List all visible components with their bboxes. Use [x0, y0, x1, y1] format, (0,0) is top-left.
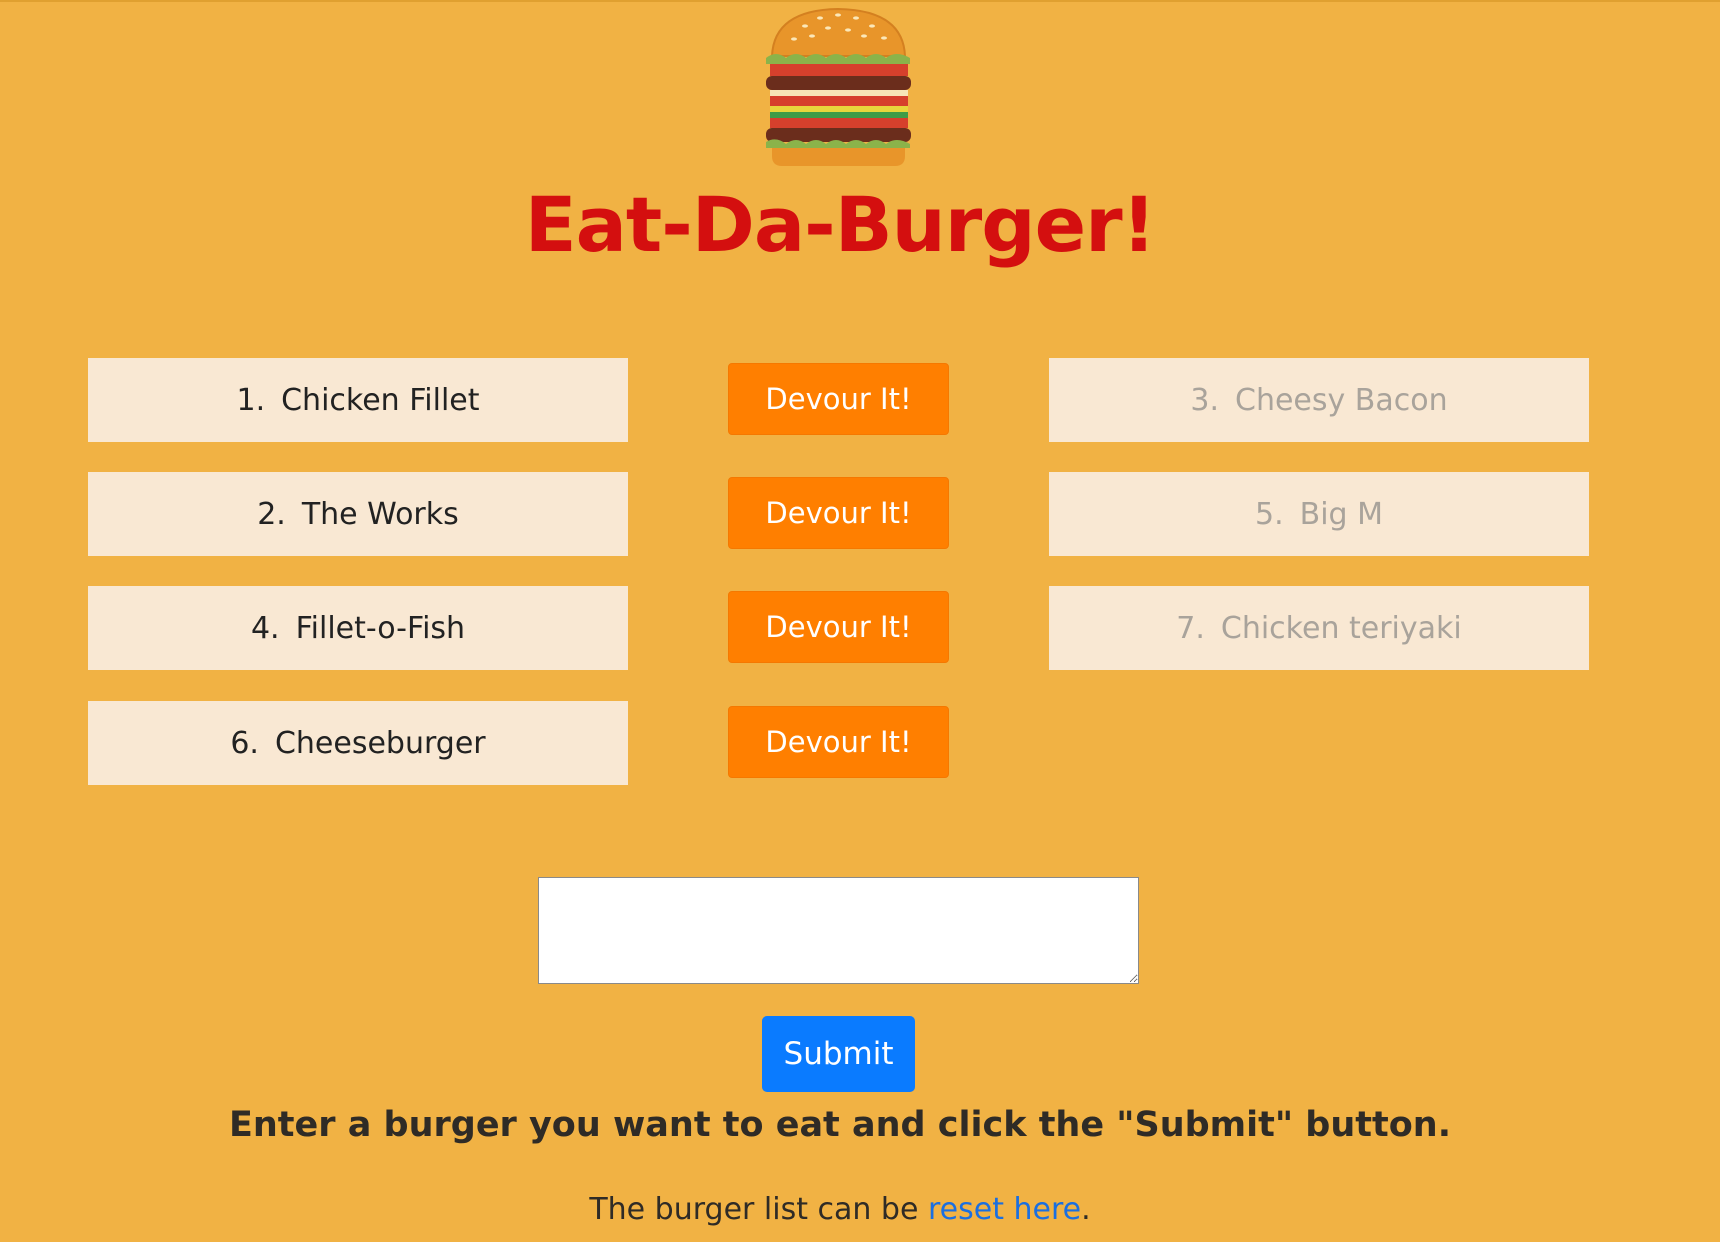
devour-button[interactable]: Devour It!: [728, 477, 949, 549]
burger-name: Cheesy Bacon: [1235, 382, 1448, 418]
reset-line: The burger list can be reset here.: [0, 1192, 1680, 1227]
devoured-burger-item: 7. Chicken teriyaki: [1049, 586, 1589, 670]
submit-button[interactable]: Submit: [762, 1016, 915, 1092]
burger-number: 7.: [1176, 610, 1205, 646]
burger-name: Cheeseburger: [274, 725, 486, 761]
burger-name: The Works: [301, 496, 459, 532]
burger-number: 6.: [230, 725, 259, 761]
devoured-burger-item: 3. Cheesy Bacon: [1049, 358, 1589, 442]
uneaten-burger-item: 2. The Works: [88, 472, 628, 556]
burger-icon: [766, 7, 911, 166]
burger-number: 2.: [257, 496, 286, 532]
instruction-text: Enter a burger you want to eat and click…: [228, 1105, 1451, 1145]
burger-number: 1.: [236, 382, 266, 418]
uneaten-burger-item: 4. Fillet-o-Fish: [88, 586, 628, 670]
reset-link[interactable]: reset here: [928, 1192, 1081, 1227]
reset-text: The burger list can be: [589, 1192, 928, 1227]
reset-period: .: [1081, 1192, 1091, 1227]
burger-name: Big M: [1299, 496, 1383, 532]
burger-name: Chicken Fillet: [281, 382, 480, 418]
burger-name-input[interactable]: [538, 877, 1139, 984]
burger-number: 5.: [1254, 496, 1284, 532]
burger-number: 4.: [250, 610, 280, 646]
devour-button[interactable]: Devour It!: [728, 363, 949, 435]
devour-button[interactable]: Devour It!: [728, 591, 949, 663]
burger-number: 3.: [1190, 382, 1219, 418]
top-border: [0, 0, 1720, 2]
page-title: Eat-Da-Burger!: [524, 180, 1157, 269]
burger-name: Chicken teriyaki: [1220, 610, 1462, 646]
burger-name: Fillet-o-Fish: [295, 610, 466, 646]
devour-button[interactable]: Devour It!: [728, 706, 949, 778]
uneaten-burger-item: 1. Chicken Fillet: [88, 358, 628, 442]
devoured-burger-item: 5. Big M: [1049, 472, 1589, 556]
uneaten-burger-item: 6. Cheeseburger: [88, 701, 628, 785]
